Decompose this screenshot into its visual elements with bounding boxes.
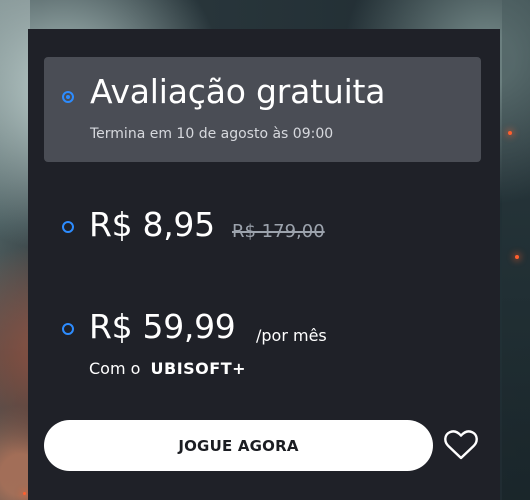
radio-icon[interactable] <box>62 323 74 335</box>
purchase-panel: Avaliação gratuita Termina em 10 de agos… <box>28 29 500 500</box>
subscription-service-line: Com o UBISOFT+ <box>89 361 246 377</box>
purchase-price: R$ 8,95 <box>89 205 215 244</box>
background-ember <box>23 492 26 495</box>
background-ember <box>515 255 519 259</box>
subscription-prefix: Com o <box>89 359 141 378</box>
play-now-button[interactable]: JOGUE AGORA <box>44 420 433 471</box>
background-ember <box>508 131 512 135</box>
heart-icon <box>444 430 478 460</box>
radio-icon[interactable] <box>62 221 74 233</box>
ubisoft-plus-logo: UBISOFT+ <box>150 359 247 378</box>
subscription-period: /por mês <box>256 326 327 345</box>
free-trial-title: Avaliação gratuita <box>90 72 386 111</box>
selected-radio-icon[interactable] <box>62 91 74 103</box>
free-trial-end-date: Termina em 10 de agosto às 09:00 <box>90 126 334 142</box>
free-trial-option[interactable]: Avaliação gratuita Termina em 10 de agos… <box>44 57 481 162</box>
subscription-price: R$ 59,99 <box>89 307 236 346</box>
subscription-option[interactable]: R$ 59,99 /por mês Com o UBISOFT+ <box>44 299 481 384</box>
original-price: R$ 179,00 <box>232 221 325 242</box>
purchase-option[interactable]: R$ 8,95 R$ 179,00 <box>44 198 481 258</box>
wishlist-button[interactable] <box>442 427 482 463</box>
